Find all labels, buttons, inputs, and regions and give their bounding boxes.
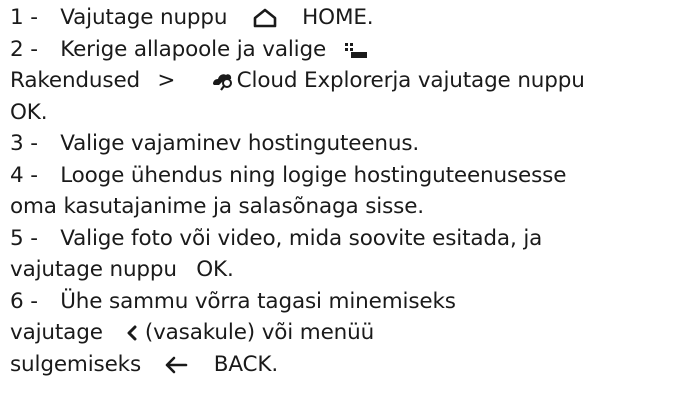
back-button-label: BACK	[213, 351, 272, 377]
step-2-continued: Rakendused > Cloud Explorerja vajutage n…	[10, 65, 686, 97]
step-text: vajutage nuppu	[10, 257, 177, 282]
menu-rakendused: Rakendused	[10, 68, 141, 93]
step-text: ja vajutage nuppu	[392, 68, 585, 93]
step-number: 2 -	[10, 36, 38, 62]
step-text: Kerige allapoole ja valige	[60, 36, 327, 62]
step-number: 4 -	[10, 162, 38, 188]
step-2-end: OK.	[10, 97, 686, 129]
step-1: 1 - Vajutage nuppu HOME.	[10, 2, 686, 34]
step-2: 2 - Kerige allapoole ja valige	[10, 34, 686, 66]
back-arrow-icon	[164, 355, 188, 375]
period: .	[366, 5, 374, 30]
step-text: Vajutage nuppu	[60, 5, 228, 30]
step-number: 6 -	[10, 288, 38, 314]
period: .	[40, 99, 48, 125]
step-number: 1 -	[10, 5, 38, 30]
step-text: sulgemiseks	[10, 351, 142, 377]
home-button-label: HOME	[302, 5, 367, 30]
step-number: 5 -	[10, 225, 38, 251]
step-5-continued: vajutage nuppu OK.	[10, 254, 686, 286]
ok-button-label: OK	[196, 257, 227, 282]
step-5: 5 - Valige foto või video, mida soovite …	[10, 223, 686, 255]
step-text: Looge ühendus ning logige hostinguteenus…	[60, 162, 567, 188]
step-6: 6 - Ühe sammu võrra tagasi minemiseks	[10, 286, 686, 318]
step-text: Valige vajaminev hostinguteenus.	[60, 131, 420, 156]
separator: >	[157, 68, 176, 93]
step-number: 3 -	[10, 131, 38, 156]
chevron-left-icon	[126, 324, 138, 342]
ok-button-label: OK	[10, 99, 41, 125]
app-cloud-explorer: Cloud Explorer	[236, 68, 393, 93]
step-text: (vasakule) või menüü	[144, 320, 375, 345]
home-icon	[253, 8, 277, 28]
step-text: Ühe sammu võrra tagasi minemiseks	[60, 288, 456, 314]
period: .	[227, 257, 234, 282]
cloud-search-icon	[211, 71, 237, 91]
instruction-document: 1 - Vajutage nuppu HOME. 2 - Kerige alla…	[10, 2, 686, 380]
step-4: 4 - Looge ühendus ning logige hostingute…	[10, 160, 686, 192]
period: .	[271, 351, 279, 377]
step-6-end: sulgemiseks BACK.	[10, 349, 686, 381]
step-6-continued: vajutage (vasakule) või menüü	[10, 317, 686, 349]
step-3: 3 - Valige vajaminev hostinguteenus.	[10, 128, 686, 160]
step-text: Valige foto või video, mida soovite esit…	[60, 225, 543, 251]
apps-icon	[345, 41, 368, 59]
step-text: oma kasutajanime ja salasõnaga sisse.	[10, 194, 424, 219]
step-4-continued: oma kasutajanime ja salasõnaga sisse.	[10, 191, 686, 223]
step-text: vajutage	[10, 320, 103, 345]
